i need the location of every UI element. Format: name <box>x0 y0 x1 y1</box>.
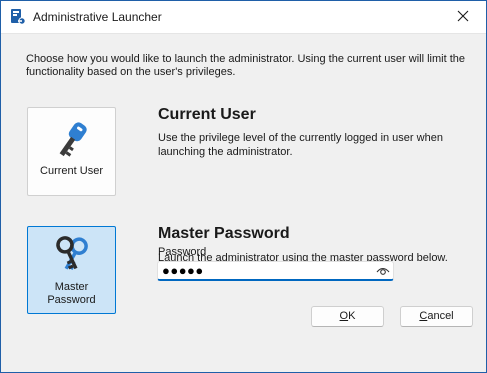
eye-icon[interactable] <box>376 265 390 277</box>
close-button[interactable] <box>440 1 486 33</box>
intro-text: Choose how you would like to launch the … <box>26 53 465 78</box>
keys-icon <box>50 233 94 277</box>
master-password-button-label-line1: Master <box>54 281 89 293</box>
current-user-button-label: Current User <box>40 165 103 177</box>
master-password-button-label-line2: Password <box>47 294 96 306</box>
password-label: Password <box>158 246 207 258</box>
cancel-button[interactable]: Cancel <box>400 306 473 327</box>
close-icon <box>457 10 469 25</box>
current-user-heading: Current User <box>158 106 256 123</box>
password-value: ●●●●● <box>162 263 204 278</box>
current-user-button[interactable]: Current User <box>27 107 116 196</box>
ok-access-key: O <box>339 310 349 322</box>
master-password-heading: Master Password <box>158 225 290 242</box>
password-field[interactable]: ●●●●● <box>157 261 394 281</box>
cancel-label-rest: ancel <box>427 310 454 322</box>
current-user-description: Use the privilege level of the currently… <box>158 132 443 158</box>
ok-button[interactable]: OK <box>311 306 384 327</box>
ok-label-rest: K <box>348 310 356 322</box>
master-password-button[interactable]: Master Password <box>27 226 116 314</box>
launcher-app-icon <box>10 8 26 26</box>
window-title: Administrative Launcher <box>33 10 162 24</box>
title-bar: Administrative Launcher <box>1 1 486 33</box>
key-icon <box>50 118 94 162</box>
administrative-launcher-window: Administrative Launcher Choose how you w… <box>0 0 487 373</box>
